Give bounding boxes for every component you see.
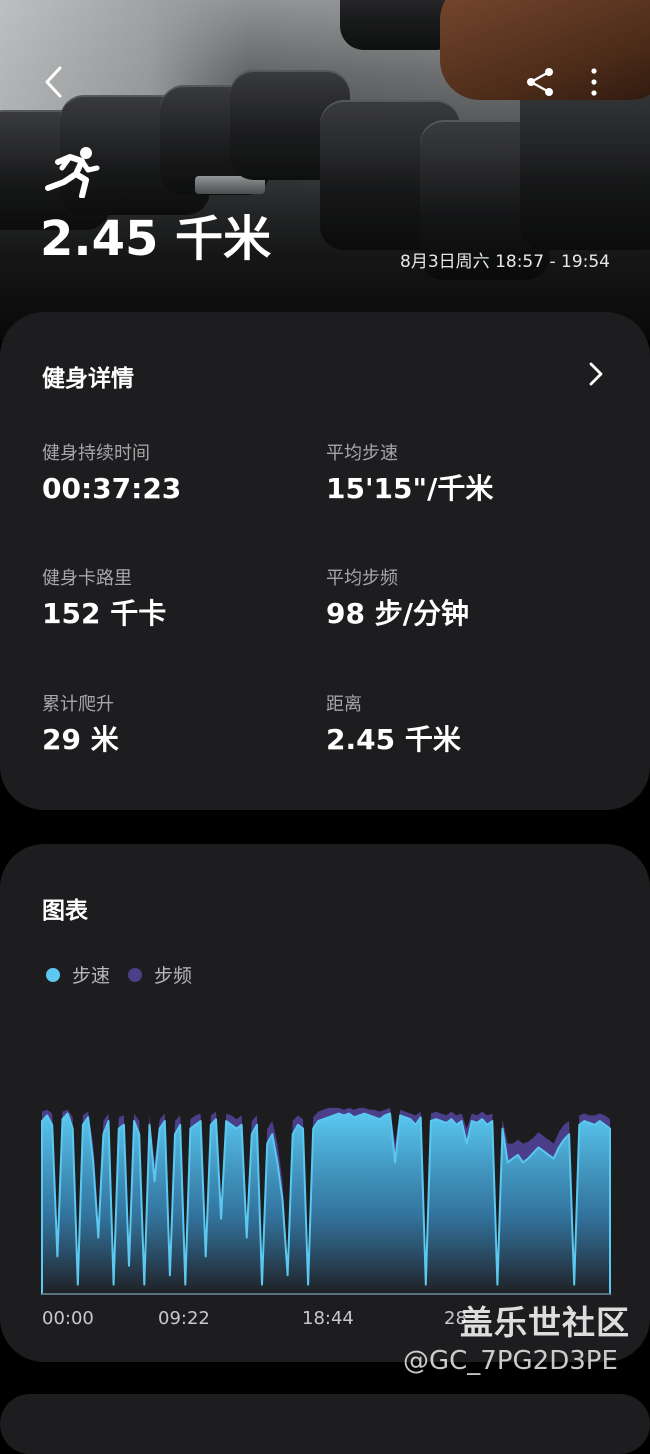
stat-duration: 健身持续时间 00:37:23 — [42, 443, 181, 505]
more-options-button[interactable] — [576, 60, 612, 104]
share-button[interactable] — [518, 60, 562, 104]
hero-banner: 2.45 千米 8月3日周六 18:57 - 19:54 — [0, 0, 650, 340]
stat-distance: 距离 2.45 千米 — [326, 694, 461, 756]
stat-value: 98 步/分钟 — [326, 596, 469, 630]
x-tick-label: 18:44 — [302, 1308, 354, 1329]
back-button[interactable] — [32, 60, 76, 104]
pace-cadence-chart[interactable] — [0, 844, 650, 1362]
stat-value: 2.45 千米 — [326, 722, 461, 756]
details-card-title: 健身详情 — [42, 366, 134, 392]
stat-label: 平均步速 — [326, 443, 398, 464]
chevron-right-icon — [589, 362, 603, 386]
watermark-site: 盖乐世社区 — [460, 1303, 630, 1342]
more-vertical-icon — [591, 68, 597, 96]
chevron-left-icon — [45, 66, 62, 98]
stat-value: 15'15"/千米 — [326, 471, 494, 505]
workout-details-card: 健身详情 健身持续时间 00:37:23 平均步速 15'15"/千米 健身卡路… — [0, 312, 650, 810]
stat-avg-cadence: 平均步频 98 步/分钟 — [326, 568, 469, 630]
stat-calories: 健身卡路里 152 千卡 — [42, 568, 166, 630]
stat-label: 健身卡路里 — [42, 568, 132, 589]
share-icon — [527, 68, 553, 96]
total-distance: 2.45 千米 — [40, 211, 272, 267]
stat-label: 累计爬升 — [42, 694, 114, 715]
workout-time-range: 8月3日周六 18:57 - 19:54 — [400, 252, 610, 272]
chart-card: 图表 步速 步频 00:00 09:22 18:44 28 — [0, 844, 650, 1362]
x-tick-label: 09:22 — [158, 1308, 210, 1329]
details-expand-button[interactable] — [582, 358, 610, 390]
stat-label: 距离 — [326, 694, 362, 715]
x-tick-label: 00:00 — [42, 1308, 94, 1329]
stat-value: 00:37:23 — [42, 471, 182, 505]
stat-avg-pace: 平均步速 15'15"/千米 — [326, 443, 493, 505]
stat-label: 平均步频 — [326, 568, 398, 589]
next-card-peek — [0, 1394, 650, 1454]
stat-value: 152 千卡 — [42, 596, 167, 630]
stat-value: 29 米 — [42, 722, 119, 756]
watermark-user: @GC_7PG2D3PE — [403, 1346, 618, 1376]
running-icon — [45, 147, 100, 198]
stat-label: 健身持续时间 — [42, 443, 150, 464]
series-area-pace — [41, 1112, 611, 1295]
stat-elevation-gain: 累计爬升 29 米 — [42, 694, 119, 756]
